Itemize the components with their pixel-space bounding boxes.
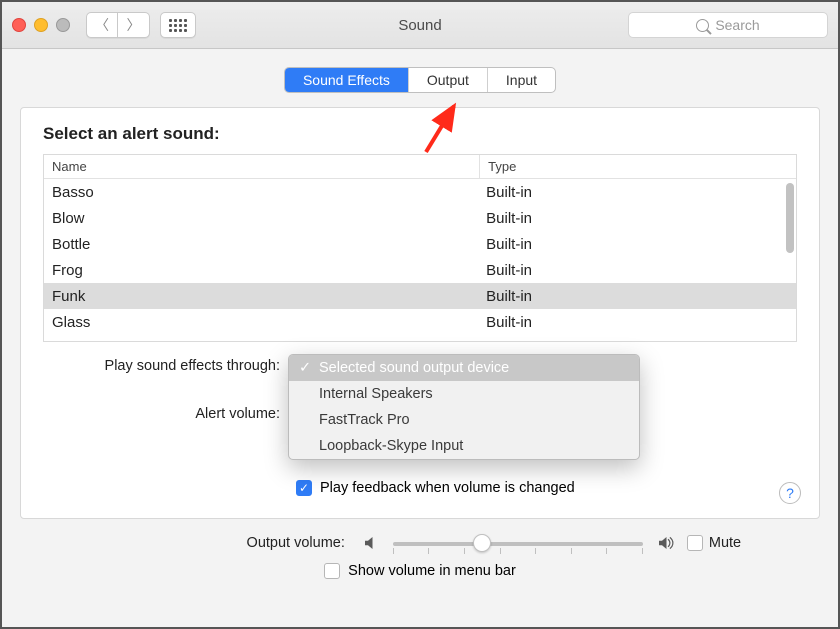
- show-volume-menubar-label: Show volume in menu bar: [348, 563, 516, 579]
- output-volume-slider[interactable]: [393, 533, 643, 553]
- search-placeholder: Search: [715, 17, 759, 33]
- back-button[interactable]: 〈: [86, 12, 118, 38]
- menubar-row: Show volume in menu bar: [324, 563, 516, 579]
- table-row: BlowBuilt-in: [44, 205, 796, 231]
- nav-group: 〈 〉: [86, 12, 150, 38]
- speaker-high-icon: [655, 534, 675, 552]
- search-icon: [696, 19, 709, 32]
- help-button[interactable]: ?: [779, 482, 801, 504]
- output-volume-row: Output volume: Mute: [20, 533, 820, 553]
- forward-button[interactable]: 〉: [118, 12, 150, 38]
- table-body[interactable]: BassoBuilt-in BlowBuilt-in BottleBuilt-i…: [44, 179, 796, 341]
- feedback-label: Play feedback when volume is changed: [320, 480, 575, 496]
- table-row: BottleBuilt-in: [44, 231, 796, 257]
- table-row: BassoBuilt-in: [44, 179, 796, 205]
- slider-knob[interactable]: [473, 534, 491, 552]
- speaker-low-icon: [361, 534, 381, 552]
- show-volume-menubar-checkbox[interactable]: [324, 563, 340, 579]
- minimize-window-button[interactable]: [34, 18, 48, 32]
- menu-item-fasttrack-pro[interactable]: FastTrack Pro: [289, 407, 639, 433]
- play-through-menu: Selected sound output device Internal Sp…: [288, 354, 640, 460]
- table-header: Name Type: [44, 155, 796, 179]
- mute-group: Mute: [687, 535, 741, 551]
- alert-sound-table: Name Type BassoBuilt-in BlowBuilt-in Bot…: [43, 154, 797, 342]
- mute-label: Mute: [709, 535, 741, 551]
- menu-item-selected-output[interactable]: Selected sound output device: [289, 355, 639, 381]
- play-through-row: Play sound effects through: Selected sou…: [73, 354, 797, 378]
- bottom-area: Output volume: Mute Show volume in menu …: [20, 533, 820, 579]
- feedback-checkbox[interactable]: ✓: [296, 480, 312, 496]
- sound-effects-panel: Select an alert sound: Name Type BassoBu…: [20, 107, 820, 519]
- column-name[interactable]: Name: [44, 155, 480, 178]
- play-through-dropdown[interactable]: Selected sound output device Internal Sp…: [288, 354, 640, 378]
- search-input[interactable]: Search: [628, 12, 828, 38]
- close-window-button[interactable]: [12, 18, 26, 32]
- tabs-container: Sound Effects Output Input: [20, 67, 820, 93]
- chevron-right-icon: 〉: [127, 15, 141, 35]
- window-controls: [12, 18, 70, 32]
- column-type[interactable]: Type: [480, 155, 796, 178]
- tab-output[interactable]: Output: [409, 68, 488, 92]
- feedback-row: ✓ Play feedback when volume is changed: [296, 480, 797, 496]
- alert-volume-label: Alert volume:: [73, 406, 288, 422]
- table-row: FunkBuilt-in: [44, 283, 796, 309]
- table-row: GlassBuilt-in: [44, 309, 796, 335]
- form-rows: Play sound effects through: Selected sou…: [73, 354, 797, 422]
- chevron-left-icon: 〈: [95, 15, 109, 35]
- table-scrollbar[interactable]: [786, 183, 794, 253]
- alert-sound-heading: Select an alert sound:: [43, 124, 797, 144]
- menu-item-loopback-skype[interactable]: Loopback-Skype Input: [289, 433, 639, 459]
- tab-input[interactable]: Input: [488, 68, 555, 92]
- grid-icon: [169, 19, 187, 32]
- menu-item-internal-speakers[interactable]: Internal Speakers: [289, 381, 639, 407]
- sound-preferences-window: 〈 〉 Sound Search Sound Effects Output In…: [0, 0, 840, 629]
- tab-sound-effects[interactable]: Sound Effects: [285, 68, 409, 92]
- mute-checkbox[interactable]: [687, 535, 703, 551]
- titlebar: 〈 〉 Sound Search: [2, 2, 838, 49]
- tab-segment: Sound Effects Output Input: [284, 67, 556, 93]
- table-row: FrogBuilt-in: [44, 257, 796, 283]
- zoom-window-button[interactable]: [56, 18, 70, 32]
- show-all-button[interactable]: [160, 12, 196, 38]
- output-volume-label: Output volume:: [99, 535, 349, 551]
- play-through-label: Play sound effects through:: [73, 358, 288, 374]
- content-area: Sound Effects Output Input Select an ale…: [2, 49, 838, 627]
